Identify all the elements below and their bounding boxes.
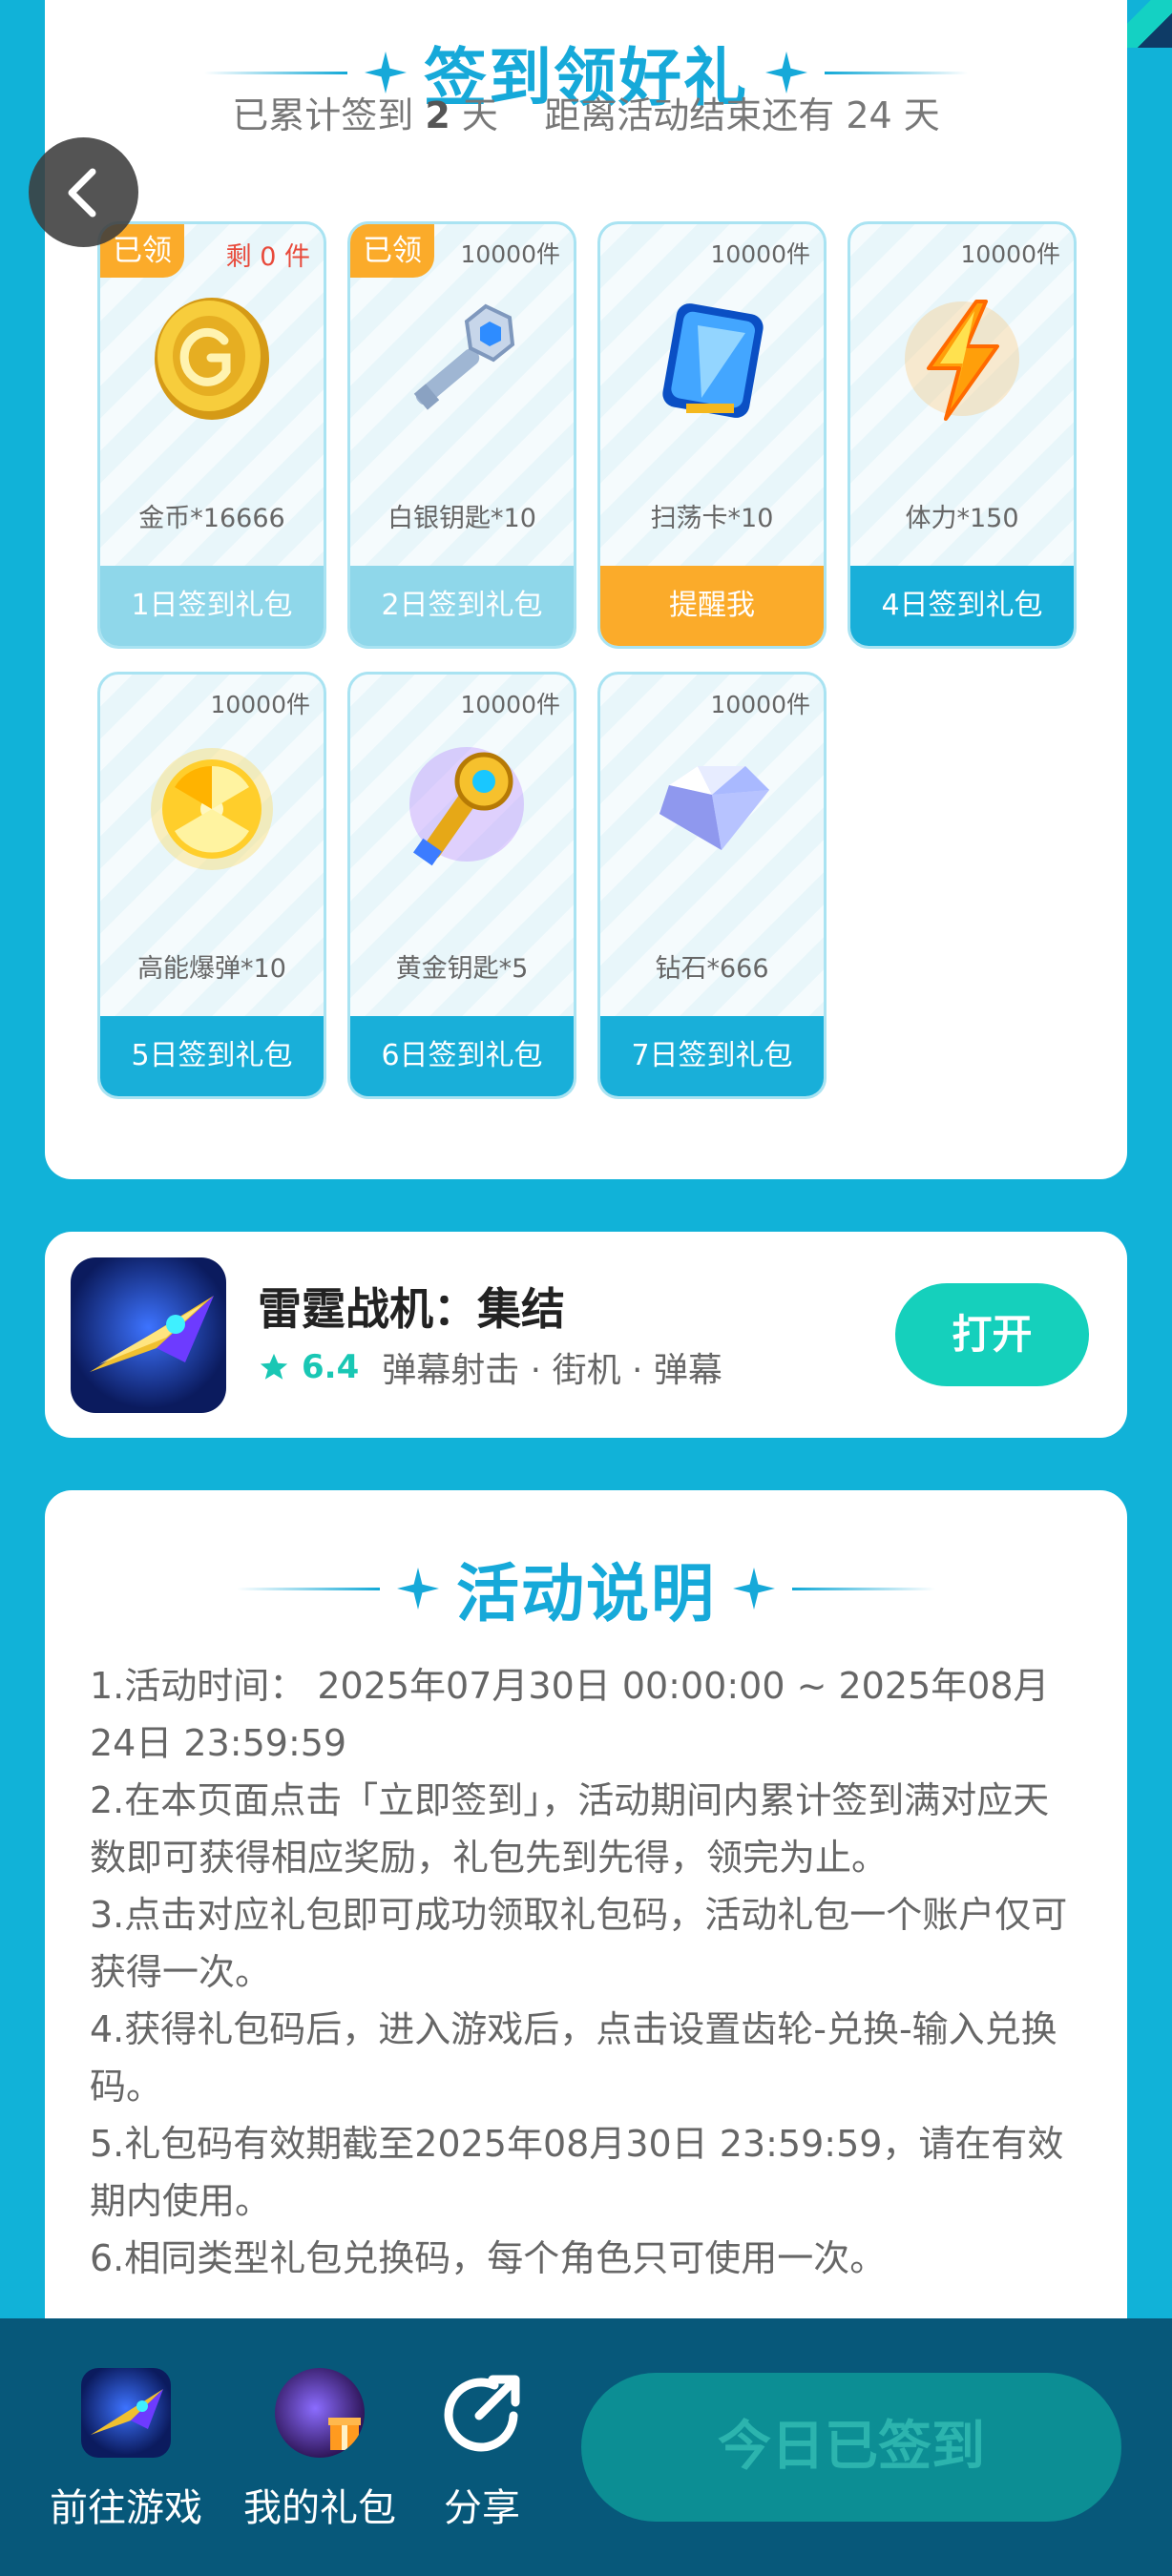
share-label: 分享 (444, 2486, 520, 2530)
rule-line: 1.活动时间： 2025年07月30日 00:00:00 ~ 2025年08月2… (90, 1665, 1050, 1764)
gift-button[interactable]: 2日签到礼包 (350, 566, 574, 646)
star-icon (260, 1353, 288, 1380)
bottom-action-bar: 前往游戏 我的礼包 分享 今日已签到 (0, 2318, 1172, 2576)
jet-fighter-icon (90, 1296, 214, 1372)
diamond-icon (659, 766, 769, 850)
gift-name: 白银钥匙*10 (387, 504, 536, 533)
energy-bomb-icon (151, 748, 273, 870)
gift-name: 体力*150 (905, 504, 1019, 533)
gift-name: 扫荡卡*10 (650, 504, 774, 533)
gift-card-day6[interactable]: 10000件 黄金钥匙*5 6日签到礼包 (347, 672, 576, 1099)
gift-button[interactable]: 4日签到礼包 (850, 566, 1074, 646)
game-tags: 弹幕射击 · 街机 · 弹幕 (382, 1351, 722, 1390)
lightning-icon (905, 300, 1019, 421)
title-line-right (792, 1587, 935, 1590)
chevron-left-icon (68, 168, 95, 217)
back-button[interactable] (29, 137, 138, 247)
rule-line: 2.在本页面点击「立即签到」，活动期间内累计签到满对应天数即可获得相应奖励，礼包… (90, 1779, 1050, 1879)
gift-name: 高能爆弹*10 (137, 954, 286, 984)
gift-stock: 10000件 (210, 691, 310, 718)
gift-card-day2[interactable]: 已领 10000件 白银钥匙*10 2日签到礼包 (347, 221, 576, 649)
share-icon (437, 2368, 527, 2458)
rule-line: 5.礼包码有效期截至2025年08月30日 23:59:59，请在有效期内使用。 (90, 2123, 1064, 2222)
gift-name: 钻石*666 (655, 954, 769, 984)
gift-card-day3[interactable]: 10000件 扫荡卡*10 提醒我 (597, 221, 827, 649)
days-left: 24 (846, 94, 892, 136)
go-to-game-label: 前往游戏 (50, 2486, 202, 2530)
sparkle-icon (397, 1568, 439, 1610)
rules-title-row: 活动说明 (45, 1543, 1127, 1634)
gift-name: 金币*16666 (138, 504, 285, 533)
stats-prefix: 已累计签到 (232, 94, 414, 136)
signin-card: 签到领好礼 已累计签到 2 天 距离活动结束还有 24 天 已领 剩 0 件 金… (45, 0, 1127, 1179)
remaining-prefix: 距离活动结束还有 (544, 94, 835, 136)
my-gifts-button[interactable]: 我的礼包 (243, 2368, 396, 2532)
rule-line: 4.获得礼包码后，进入游戏后，点击设置齿轮-兑换-输入兑换码。 (90, 2008, 1057, 2108)
rule-line: 3.点击对应礼包即可成功领取礼包码，活动礼包一个账户仅可获得一次。 (90, 1894, 1068, 1993)
silver-key-icon (413, 303, 515, 410)
claimed-tag: 已领 (350, 224, 434, 278)
share-button[interactable]: 分享 (437, 2368, 527, 2532)
my-gifts-label: 我的礼包 (243, 2486, 396, 2530)
game-app-icon[interactable] (71, 1257, 226, 1413)
open-game-button[interactable]: 打开 (895, 1283, 1089, 1386)
gift-button[interactable]: 6日签到礼包 (350, 1016, 574, 1096)
remaining-unit: 天 (903, 94, 940, 136)
rule-line: 6.相同类型礼包兑换码，每个角色只可使用一次。 (90, 2237, 887, 2279)
sweep-card-icon (662, 303, 764, 418)
remind-me-button[interactable]: 提醒我 (600, 566, 824, 646)
game-card[interactable]: 雷霆战机：集结 6.4 弹幕射击 · 街机 · 弹幕 打开 (45, 1232, 1127, 1438)
days-unit: 天 (461, 94, 498, 136)
gift-card-day4[interactable]: 10000件 体力*150 4日签到礼包 (848, 221, 1077, 649)
game-name: 雷霆战机：集结 (258, 1283, 565, 1335)
title-line-left (204, 71, 347, 74)
share-arrow-icon (444, 2375, 520, 2452)
gift-button[interactable]: 5日签到礼包 (100, 1016, 324, 1096)
signin-stats: 已累计签到 2 天 距离活动结束还有 24 天 (45, 86, 1127, 138)
gift-name: 黄金钥匙*5 (395, 954, 529, 984)
jet-fighter-icon (91, 2389, 163, 2435)
gift-stock: 10000件 (460, 240, 560, 268)
rules-text: 1.活动时间： 2025年07月30日 00:00:00 ~ 2025年08月2… (90, 1657, 1084, 2287)
checked-in-today-button[interactable]: 今日已签到 (581, 2373, 1121, 2522)
gift-bag-icon (275, 2368, 365, 2458)
game-thumb-icon (81, 2368, 171, 2458)
rules-title: 活动说明 (456, 1557, 716, 1631)
days-signed: 2 (425, 94, 450, 136)
gift-button[interactable]: 1日签到礼包 (100, 566, 324, 646)
go-to-game-button[interactable]: 前往游戏 (50, 2368, 202, 2532)
gift-card-day7[interactable]: 10000件 钻石*666 7日签到礼包 (597, 672, 827, 1099)
gift-stock: 10000件 (460, 691, 560, 718)
gift-stock: 10000件 (710, 240, 810, 268)
gift-stock: 10000件 (960, 240, 1060, 268)
game-rating: 6.4 (302, 1348, 360, 1386)
gift-stock: 10000件 (710, 691, 810, 718)
gold-coin-icon (155, 298, 269, 420)
title-line-right (825, 71, 968, 74)
gift-stock: 剩 0 件 (225, 242, 310, 272)
gift-button[interactable]: 7日签到礼包 (600, 1016, 824, 1096)
gold-key-icon (409, 747, 524, 866)
gift-card-day5[interactable]: 10000件 高能爆弹*10 5日签到礼包 (97, 672, 326, 1099)
gift-card-day1[interactable]: 已领 剩 0 件 金币*16666 1日签到礼包 (97, 221, 326, 649)
title-line-left (237, 1587, 380, 1590)
gift-box-icon (328, 2418, 361, 2450)
sparkle-icon (733, 1568, 775, 1610)
game-meta: 6.4 弹幕射击 · 街机 · 弹幕 (258, 1342, 722, 1392)
